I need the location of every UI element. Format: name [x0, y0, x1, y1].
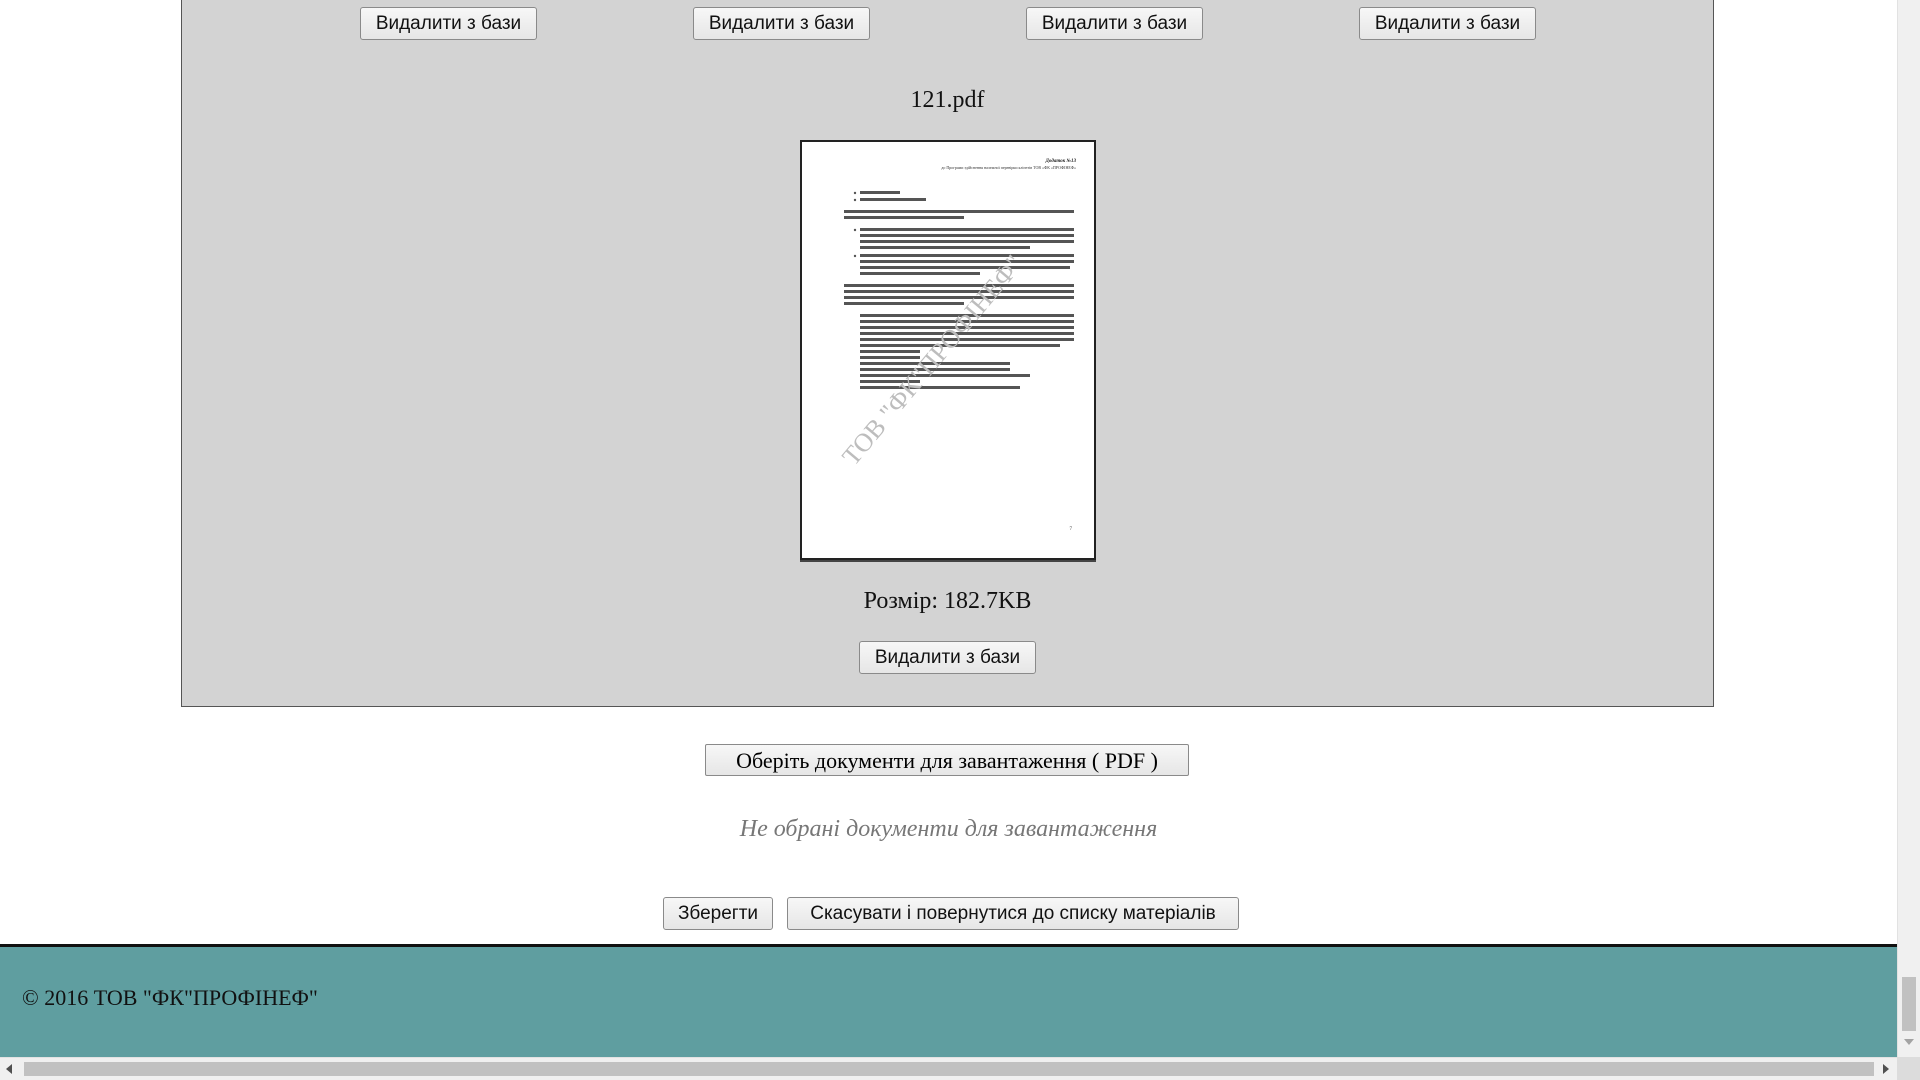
file-name: 121.pdf: [910, 87, 985, 113]
delete-from-db-button[interactable]: Видалити з бази: [693, 7, 870, 40]
file-size: Розмір: 182.7KB: [863, 588, 1032, 614]
scroll-down-arrow-icon[interactable]: [1904, 1039, 1914, 1045]
choose-documents-button[interactable]: Оберіть документи для завантаження ( PDF…: [705, 744, 1189, 776]
scroll-right-arrow-icon[interactable]: [1883, 1064, 1889, 1074]
save-button[interactable]: Зберегти: [663, 897, 773, 930]
pdf-preview-thumbnail[interactable]: Додаток №13 до Програми здійснення належ…: [800, 140, 1096, 560]
preview-header-line: Додаток №13: [1044, 158, 1076, 164]
horizontal-scrollbar[interactable]: [0, 1057, 1897, 1080]
vertical-scrollbar-thumb[interactable]: [1902, 977, 1916, 1031]
pdf-page-image: Додаток №13 до Програми здійснення належ…: [802, 142, 1094, 558]
scrollbar-corner: [1897, 1057, 1920, 1080]
delete-from-db-button[interactable]: Видалити з бази: [1359, 7, 1536, 40]
horizontal-scrollbar-thumb[interactable]: [24, 1062, 1874, 1076]
cancel-and-return-button[interactable]: Скасувати і повернутися до списку матері…: [787, 897, 1239, 930]
page: Видалити з бази Видалити з бази Видалити…: [0, 0, 1897, 1057]
vertical-scrollbar[interactable]: [1897, 0, 1920, 1057]
delete-from-db-button[interactable]: Видалити з бази: [1026, 7, 1203, 40]
preview-header-line: до Програми здійснення належної перевірк…: [941, 165, 1076, 170]
footer-copyright: © 2016 ТОВ "ФК"ПРОФІНЕФ": [22, 985, 318, 1010]
scroll-left-arrow-icon[interactable]: [6, 1064, 12, 1074]
delete-from-db-button[interactable]: Видалити з бази: [360, 7, 537, 40]
document-gallery: Видалити з бази Видалити з бази Видалити…: [181, 0, 1714, 707]
footer: © 2016 ТОВ "ФК"ПРОФІНЕФ": [0, 944, 1897, 1057]
no-documents-selected-text: Не обрані документи для завантаження: [739, 816, 1158, 842]
delete-from-db-button[interactable]: Видалити з бази: [859, 641, 1036, 674]
